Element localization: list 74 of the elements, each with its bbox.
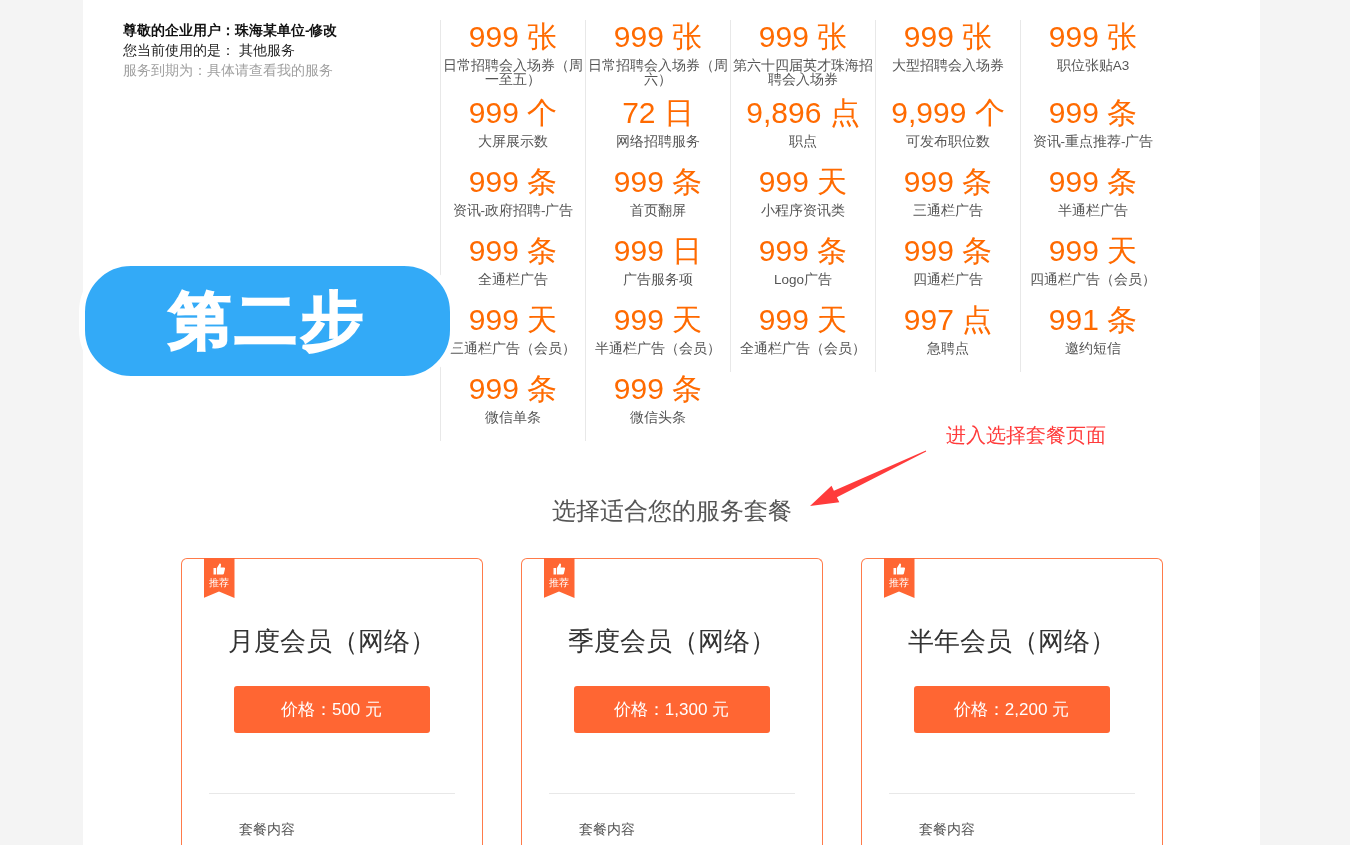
quota-label: 三通栏广告	[913, 204, 983, 218]
quota-value: 999 天	[1048, 236, 1138, 266]
thumbs-up-icon	[213, 563, 225, 575]
quota-label: 微信头条	[630, 411, 686, 425]
quota-value: 999 条	[1048, 167, 1138, 197]
quota-label: 日常招聘会入场券（周六）	[587, 59, 729, 87]
quota-label: 全通栏广告	[478, 273, 548, 287]
quota-value: 999 条	[758, 236, 848, 266]
package-name: 月度会员（网络）	[227, 625, 436, 658]
ribbon-label: 推荐	[549, 577, 569, 589]
quota-value: 999 条	[613, 374, 703, 404]
quota-value: 72 日	[622, 98, 694, 128]
quota-value: 999 条	[903, 236, 993, 266]
quota-label: 小程序资讯类	[761, 204, 845, 218]
quota-value: 999 条	[468, 374, 558, 404]
annotation-text: 进入选择套餐页面	[946, 423, 1106, 447]
quota-value: 999 张	[613, 22, 703, 52]
quota-value: 999 条	[903, 167, 993, 197]
quota-label: 四通栏广告	[913, 273, 983, 287]
quota-value: 999 条	[613, 167, 703, 197]
section-title: 选择适合您的服务套餐	[551, 496, 792, 526]
ribbon-label: 推荐	[889, 577, 909, 589]
quota-value: 999 天	[758, 305, 848, 335]
quota-label: 四通栏广告（会员）	[1030, 273, 1156, 287]
thumbs-up-icon	[893, 563, 905, 575]
price-button[interactable]: 价格：2,200 元	[913, 686, 1110, 733]
arrow-icon	[809, 450, 927, 507]
quota-label: 首页翻屏	[630, 204, 686, 218]
quota-label: 资讯-重点推荐-广告	[1032, 135, 1154, 149]
contents-label: 套餐内容	[238, 822, 295, 838]
quota-label: 广告服务项	[623, 273, 693, 287]
quota-value: 999 天	[758, 167, 848, 197]
quota-label: 半通栏广告（会员）	[595, 342, 721, 356]
quota-label: 资讯-政府招聘-广告	[452, 204, 574, 218]
quota-value: 999 条	[468, 236, 558, 266]
quota-label: 大屏展示数	[478, 135, 548, 149]
price-button[interactable]: 价格：500 元	[233, 686, 430, 733]
contents-label: 套餐内容	[918, 822, 975, 838]
quota-label: 第六十四届英才珠海招聘会入场券	[732, 59, 874, 87]
quota-value: 999 张	[1048, 22, 1138, 52]
quota-value: 999 张	[903, 22, 993, 52]
quota-label: 日常招聘会入场券（周一至五）	[442, 59, 584, 87]
quota-value: 9,896 点	[746, 98, 860, 128]
contents-label: 套餐内容	[578, 822, 635, 838]
ribbon-label: 推荐	[209, 577, 229, 589]
price-button[interactable]: 价格：1,300 元	[573, 686, 770, 733]
quota-label: 半通栏广告	[1058, 204, 1128, 218]
quota-value: 999 个	[468, 98, 558, 128]
quota-label: 急聘点	[927, 342, 969, 356]
current-service-text: 您当前使用的是： 其他服务	[123, 42, 295, 60]
quota-value: 999 天	[613, 305, 703, 335]
thumbs-up-icon	[553, 563, 565, 575]
quota-value: 999 条	[1048, 98, 1138, 128]
quota-value: 999 张	[468, 22, 558, 52]
quota-value: 999 条	[468, 167, 558, 197]
quota-value: 999 张	[758, 22, 848, 52]
quota-value: 999 日	[613, 236, 703, 266]
quota-label: 职位张贴A3	[1056, 59, 1130, 73]
quota-label: 可发布职位数	[906, 135, 990, 149]
quota-label: 邀约短信	[1065, 342, 1121, 356]
quota-value: 9,999 个	[891, 98, 1005, 128]
package-name: 季度会员（网络）	[567, 625, 776, 658]
quota-label: 职点	[789, 135, 817, 149]
quota-value: 997 点	[903, 305, 993, 335]
expiry-text: 服务到期为：具体请查看我的服务	[123, 62, 333, 80]
greeting-text: 尊敬的企业用户：珠海某单位-修改	[123, 22, 338, 40]
package-name: 半年会员（网络）	[907, 625, 1116, 658]
quota-value: 999 天	[468, 305, 558, 335]
quota-value: 991 条	[1048, 305, 1138, 335]
quota-label: 全通栏广告（会员）	[740, 342, 866, 356]
quota-label: 大型招聘会入场券	[892, 59, 1004, 73]
quota-label: 网络招聘服务	[616, 135, 700, 149]
quota-label: Logo广告	[773, 273, 832, 287]
quota-label: 微信单条	[485, 411, 541, 425]
